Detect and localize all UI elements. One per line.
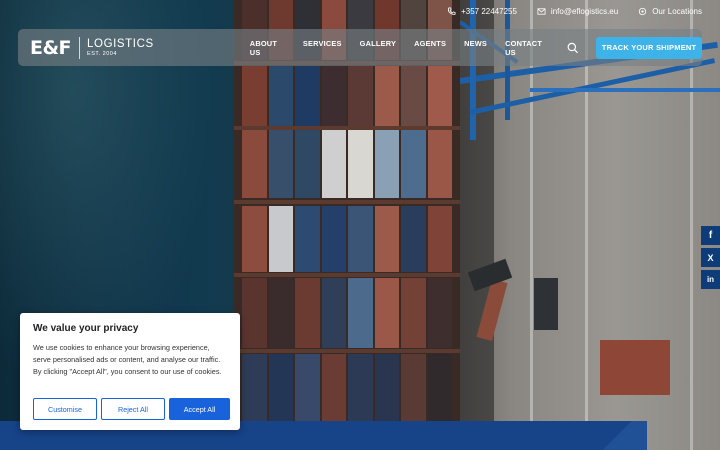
cookie-buttons: Customise Reject All Accept All [33, 398, 230, 420]
x-icon: X [707, 252, 714, 263]
phone-link[interactable]: +357 22447255 [447, 7, 517, 16]
main-navbar: E&F LOGISTICS EST. 2004 ABOUT US SERVICE… [18, 29, 702, 66]
x-button[interactable]: X [701, 248, 720, 267]
reject-all-button[interactable]: Reject All [101, 398, 165, 420]
nav-item-services[interactable]: SERVICES [303, 39, 342, 57]
accept-all-button[interactable]: Accept All [169, 398, 230, 420]
track-shipment-button[interactable]: TRACK YOUR SHIPMENT [596, 36, 702, 59]
linkedin-button[interactable]: in [701, 270, 720, 289]
social-links: f X in [701, 226, 720, 289]
location-icon [639, 7, 647, 16]
email-link[interactable]: info@eflogistics.eu [537, 7, 618, 16]
locations-label: Our Locations [652, 7, 702, 16]
top-contact-bar: +357 22447255 info@eflogistics.eu Our Lo… [447, 7, 702, 16]
facebook-button[interactable]: f [701, 226, 720, 245]
customise-button[interactable]: Customise [33, 398, 97, 420]
nav-item-news[interactable]: NEWS [464, 39, 487, 57]
phone-number: +357 22447255 [461, 7, 517, 16]
phone-icon [448, 7, 456, 15]
nav-menu: ABOUT US SERVICES GALLERY AGENTS NEWS CO… [250, 39, 549, 57]
cookie-title: We value your privacy [33, 323, 139, 334]
nav-item-contact-us[interactable]: CONTACT US [505, 39, 548, 57]
email-icon [537, 8, 546, 15]
nav-item-gallery[interactable]: GALLERY [360, 39, 396, 57]
cookie-consent-dialog: We value your privacy We use cookies to … [20, 313, 240, 430]
logo-established: EST. 2004 [87, 50, 117, 57]
locations-link[interactable]: Our Locations [638, 7, 702, 16]
search-icon[interactable] [567, 42, 579, 54]
logo-mark: E&F [30, 36, 72, 59]
cookie-body: We use cookies to enhance your browsing … [33, 343, 222, 376]
nav-item-agents[interactable]: AGENTS [414, 39, 446, 57]
logo-name: LOGISTICS [87, 37, 154, 50]
facebook-icon: f [708, 230, 713, 241]
email-address: info@eflogistics.eu [550, 7, 619, 16]
logo-divider [79, 36, 81, 59]
nav-item-about-us[interactable]: ABOUT US [250, 39, 285, 57]
linkedin-icon: in [706, 275, 715, 284]
logo[interactable]: E&F LOGISTICS EST. 2004 [30, 29, 154, 66]
container-ship [234, 0, 460, 450]
